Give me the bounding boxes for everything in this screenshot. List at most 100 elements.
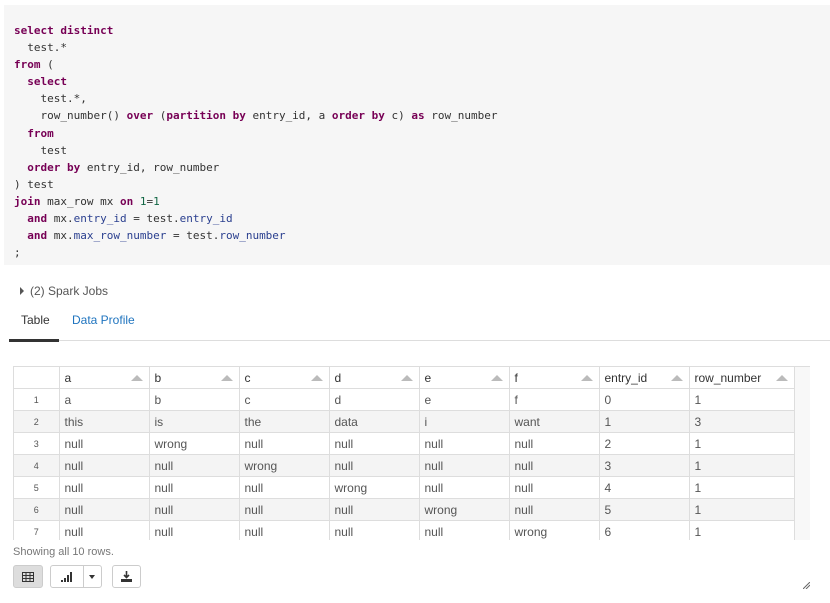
chart-type-dropdown[interactable] (84, 566, 101, 587)
table-cell: null (509, 432, 600, 455)
table-cell: null (59, 454, 150, 477)
code-line: and mx.entry_id = test.entry_id (14, 210, 830, 227)
sql-token: entry_id, row_number (80, 160, 220, 174)
sort-ascending-icon[interactable] (670, 375, 683, 381)
sql-token: row_number (219, 229, 286, 243)
sort-ascending-icon[interactable] (220, 375, 233, 381)
sort-ascending-icon[interactable] (130, 375, 143, 381)
code-line: test.* (14, 39, 830, 56)
sql-keyword: partition by (166, 109, 246, 123)
sql-token: row_number (424, 109, 498, 123)
table-row: 7 null null null null null wrong 6 1 (14, 520, 795, 540)
code-line: ) test (14, 176, 830, 193)
sql-token: mx. (47, 229, 74, 243)
table-cell: null (419, 454, 510, 477)
table-cell: 5 (599, 498, 690, 521)
table-cell: null (149, 520, 240, 540)
column-header-c[interactable]: c (239, 367, 330, 389)
table-cell: null (59, 520, 150, 540)
column-header-entry-id[interactable]: entry_id (599, 367, 690, 389)
tab-table[interactable]: Table (9, 313, 59, 342)
table-cell: null (419, 476, 510, 499)
table-cell: wrong (419, 498, 510, 521)
table-cell: null (419, 432, 510, 455)
sql-token: c) (384, 109, 412, 123)
table-cell: 1 (689, 476, 795, 499)
table-row: 6 null null null null wrong null 5 1 (14, 498, 795, 521)
sql-token: ) test (14, 177, 54, 191)
sort-ascending-icon[interactable] (400, 375, 413, 381)
spark-jobs-label: (2) Spark Jobs (30, 284, 109, 298)
column-header-f[interactable]: f (509, 367, 600, 389)
sql-code-cell[interactable]: select distinct test.* from ( select test… (4, 5, 830, 265)
table-cell: null (59, 476, 150, 499)
spark-jobs-toggle[interactable]: (2) Spark Jobs (20, 284, 108, 298)
table-row: 4 null null wrong null null null 3 1 (14, 454, 795, 477)
table-cell: 2 (599, 432, 690, 455)
sql-token: test.* (14, 41, 67, 55)
sql-token: entry_id (179, 212, 233, 226)
table-cell: 4 (599, 476, 690, 499)
table-cell: d (329, 388, 420, 411)
sql-token: 1 (133, 194, 147, 208)
chart-view-button[interactable] (51, 566, 84, 587)
sql-keyword: from (14, 58, 41, 72)
table-cell: null (509, 498, 600, 521)
sort-ascending-icon[interactable] (775, 375, 788, 381)
column-header-b[interactable]: b (149, 367, 240, 389)
code-line: from ( (14, 56, 830, 73)
sql-token: = test. (166, 229, 220, 243)
column-header-a[interactable]: a (59, 367, 150, 389)
table-cell: 0 (599, 388, 690, 411)
results-table[interactable]: a b c d e f entry_id row_number 1 a b c d e f 0 1 2 this i… (13, 366, 810, 540)
sql-token: test (14, 143, 67, 157)
code-line: from (14, 125, 830, 142)
table-cell: f (509, 388, 600, 411)
sql-keyword: over (126, 109, 154, 123)
sql-token: row_number() (14, 109, 127, 123)
table-cell: null (239, 520, 330, 540)
code-line: ; (14, 244, 830, 261)
download-button[interactable] (112, 565, 141, 588)
table-cell: wrong (149, 432, 240, 455)
table-cell: b (149, 388, 240, 411)
column-header-label: d (334, 370, 342, 385)
sql-keyword: from (14, 126, 54, 140)
sql-token: mx. (47, 212, 74, 226)
sql-token: entry_id, a (245, 109, 332, 123)
code-line: order by entry_id, row_number (14, 159, 830, 176)
table-cell: 1 (689, 498, 795, 521)
sort-ascending-icon[interactable] (310, 375, 323, 381)
table-cell: this (59, 410, 150, 433)
column-header-d[interactable]: d (329, 367, 420, 389)
row-index: 4 (14, 454, 60, 477)
column-header-label: b (154, 370, 162, 385)
tab-data-profile[interactable]: Data Profile (72, 313, 135, 327)
table-cell: 6 (599, 520, 690, 540)
table-cell: 1 (689, 432, 795, 455)
table-cell: null (239, 432, 330, 455)
table-view-button[interactable] (13, 565, 43, 588)
sql-keyword: order by (14, 160, 81, 174)
table-cell: a (59, 388, 150, 411)
code-line: row_number() over (partition by entry_id… (14, 107, 830, 124)
sql-token: 1 (153, 194, 160, 208)
sort-ascending-icon[interactable] (580, 375, 593, 381)
column-header-row-number[interactable]: row_number (689, 367, 795, 389)
sql-keyword: select (14, 75, 67, 89)
sort-ascending-icon[interactable] (490, 375, 503, 381)
table-cell: null (329, 432, 420, 455)
row-index: 5 (14, 476, 60, 499)
sql-token: max_row mx (40, 194, 120, 208)
table-cell: null (149, 476, 240, 499)
resize-handle-icon[interactable] (803, 582, 810, 589)
bar-chart-icon (60, 571, 72, 582)
table-cell: null (149, 454, 240, 477)
sql-keyword: and (14, 229, 48, 243)
column-header-e[interactable]: e (419, 367, 510, 389)
table-cell: the (239, 410, 330, 433)
table-cell: null (509, 476, 600, 499)
sql-keyword: as (411, 109, 425, 123)
column-header-label: f (514, 370, 518, 385)
table-row: 3 null wrong null null null null 2 1 (14, 432, 795, 455)
